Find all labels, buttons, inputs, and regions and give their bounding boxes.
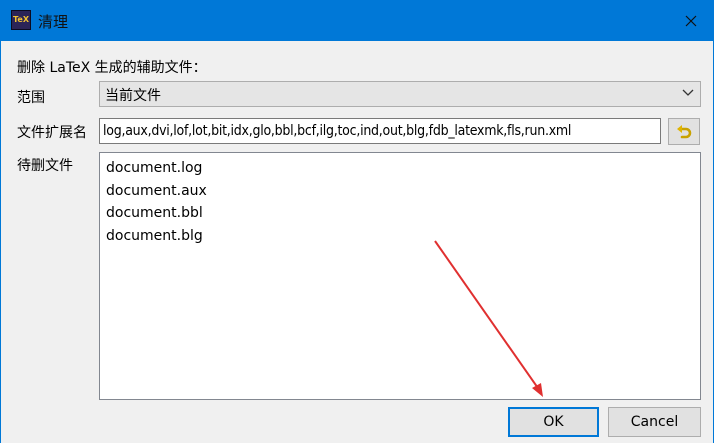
extensions-input[interactable]: log,aux,dvi,lof,lot,bit,idx,glo,bbl,bcf,… [99,118,661,144]
dialog-body: 删除 LaTeX 生成的辅助文件： 范围 当前文件 文件扩展名 log,aux,… [0,41,714,443]
files-list[interactable]: document.log document.aux document.bbl d… [99,152,701,400]
description-label: 删除 LaTeX 生成的辅助文件： [17,60,207,76]
chevron-down-icon [682,89,694,96]
list-item[interactable]: document.bbl [106,202,694,225]
scope-dropdown[interactable]: 当前文件 [99,81,701,107]
cancel-button[interactable]: Cancel [608,407,701,437]
list-item[interactable]: document.blg [106,225,694,248]
files-label: 待删文件 [17,158,73,174]
scope-label: 范围 [17,90,45,106]
title-bar: TeX 清理 [0,0,714,41]
window-title: 清理 [38,13,69,31]
scope-selected-value: 当前文件 [105,88,161,104]
ok-button[interactable]: OK [508,407,599,437]
list-item[interactable]: document.aux [106,180,694,203]
close-button[interactable] [668,0,714,41]
reset-extensions-button[interactable] [668,118,700,145]
texstudio-app-icon: TeX [11,10,31,30]
close-icon [685,15,697,26]
list-item[interactable]: document.log [106,157,694,180]
undo-icon [677,124,692,138]
extensions-label: 文件扩展名 [17,125,87,141]
